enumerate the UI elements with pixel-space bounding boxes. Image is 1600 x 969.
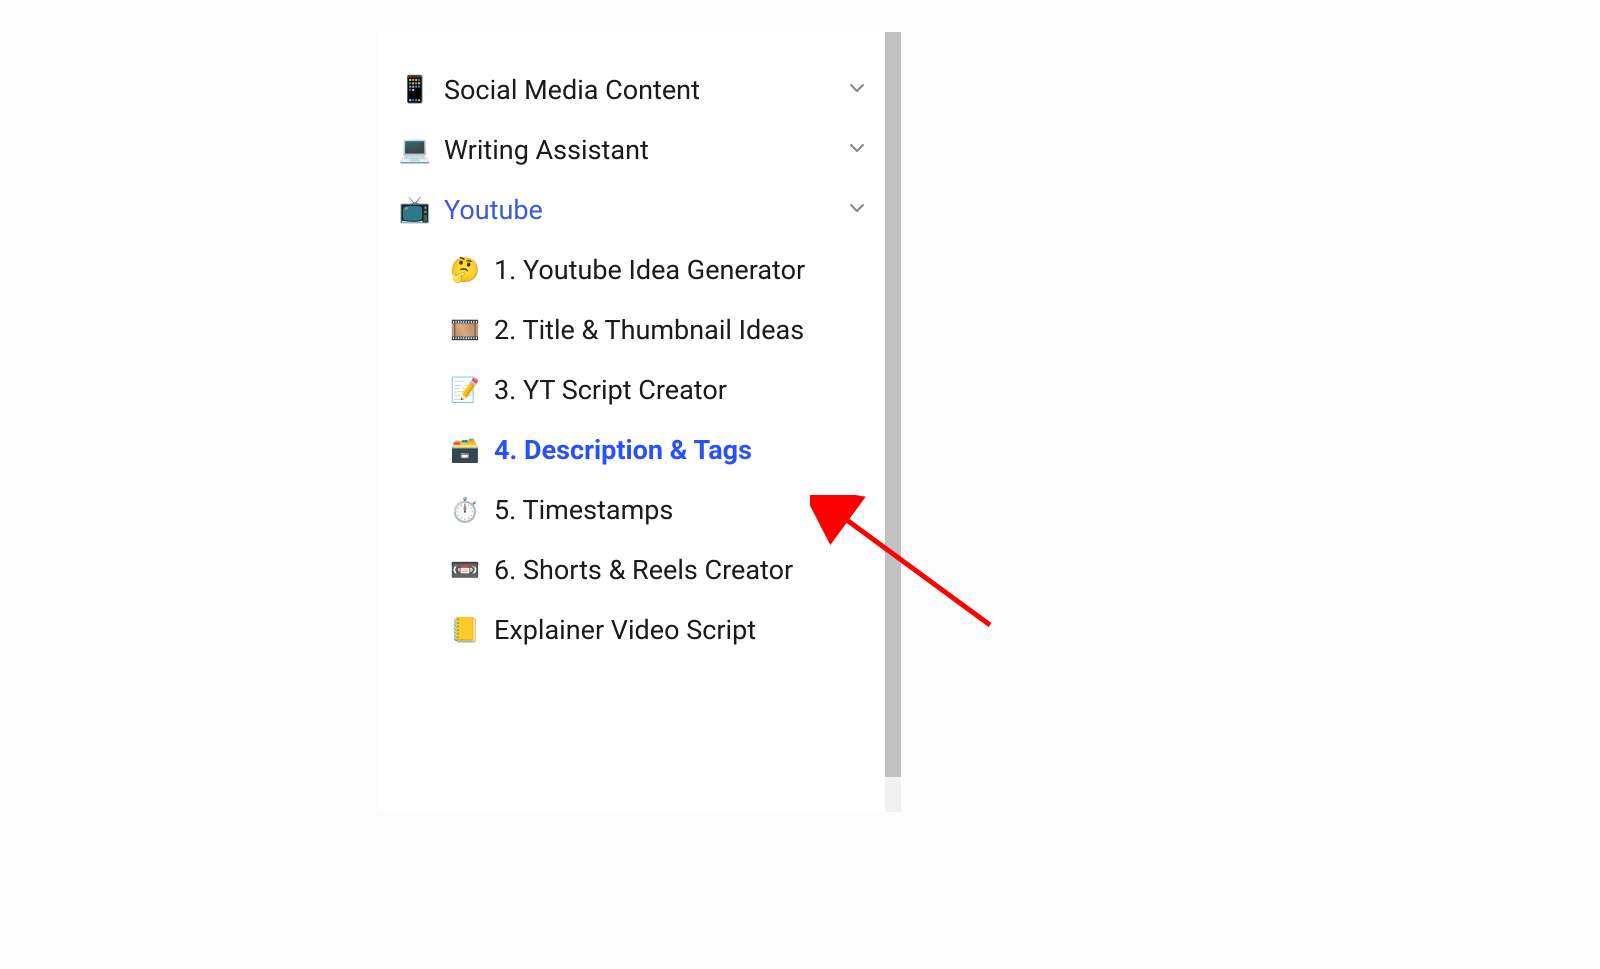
subitem-shorts-reels-creator[interactable]: 📼 6. Shorts & Reels Creator bbox=[450, 540, 901, 600]
thinking-face-icon: 🤔 bbox=[450, 256, 480, 284]
subitem-label: 5. Timestamps bbox=[494, 494, 673, 526]
scrollbar-track[interactable] bbox=[885, 32, 901, 812]
sidebar-menu: 📱 Social Media Content 💻 Writing Assista… bbox=[378, 32, 901, 660]
tv-icon: 📺 bbox=[400, 195, 430, 225]
phone-icon: 📱 bbox=[400, 75, 430, 105]
subitem-explainer-video-script[interactable]: 📒 Explainer Video Script bbox=[450, 600, 901, 660]
chevron-down-icon bbox=[849, 140, 865, 161]
category-left: 📺 Youtube bbox=[400, 194, 543, 226]
sidebar-panel: 📱 Social Media Content 💻 Writing Assista… bbox=[378, 32, 901, 812]
youtube-subitems: 🤔 1. Youtube Idea Generator 🎞️ 2. Title … bbox=[400, 240, 901, 660]
chevron-down-icon bbox=[849, 80, 865, 101]
film-icon: 🎞️ bbox=[450, 316, 480, 344]
subitem-label: 2. Title & Thumbnail Ideas bbox=[494, 314, 804, 346]
subitem-youtube-idea-generator[interactable]: 🤔 1. Youtube Idea Generator bbox=[450, 240, 901, 300]
category-label: Youtube bbox=[444, 194, 543, 226]
category-label: Writing Assistant bbox=[444, 134, 649, 166]
subitem-description-tags[interactable]: 🗃️ 4. Description & Tags bbox=[450, 420, 901, 480]
category-left: 💻 Writing Assistant bbox=[400, 134, 649, 166]
ledger-icon: 📒 bbox=[450, 616, 480, 644]
stopwatch-icon: ⏱️ bbox=[450, 496, 480, 524]
subitem-label: Explainer Video Script bbox=[494, 614, 756, 646]
category-label: Social Media Content bbox=[444, 74, 700, 106]
scrollbar-thumb[interactable] bbox=[885, 32, 901, 777]
category-youtube[interactable]: 📺 Youtube bbox=[400, 180, 901, 240]
subitem-title-thumbnail-ideas[interactable]: 🎞️ 2. Title & Thumbnail Ideas bbox=[450, 300, 901, 360]
subitem-label: 3. YT Script Creator bbox=[494, 374, 727, 406]
subitem-label: 6. Shorts & Reels Creator bbox=[494, 554, 793, 586]
laptop-icon: 💻 bbox=[400, 135, 430, 165]
category-writing-assistant[interactable]: 💻 Writing Assistant bbox=[400, 120, 901, 180]
videocassette-icon: 📼 bbox=[450, 556, 480, 584]
subitem-timestamps[interactable]: ⏱️ 5. Timestamps bbox=[450, 480, 901, 540]
subitem-yt-script-creator[interactable]: 📝 3. YT Script Creator bbox=[450, 360, 901, 420]
chevron-down-icon bbox=[849, 200, 865, 221]
category-left: 📱 Social Media Content bbox=[400, 74, 700, 106]
subitem-label: 4. Description & Tags bbox=[494, 434, 752, 466]
category-social-media-content[interactable]: 📱 Social Media Content bbox=[400, 60, 901, 120]
subitem-label: 1. Youtube Idea Generator bbox=[494, 254, 805, 286]
memo-icon: 📝 bbox=[450, 376, 480, 404]
card-file-box-icon: 🗃️ bbox=[450, 436, 480, 464]
